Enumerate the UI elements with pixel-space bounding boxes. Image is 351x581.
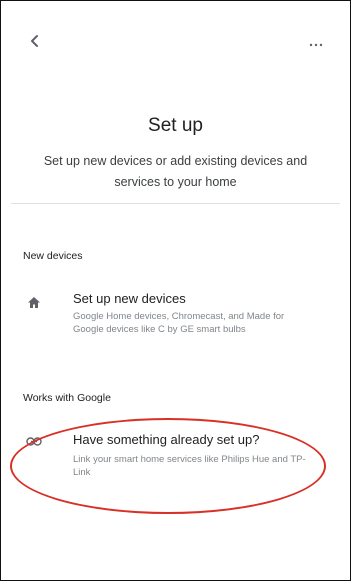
back-button[interactable] <box>23 31 47 55</box>
item-title: Have something already set up? <box>73 432 260 447</box>
page-subtitle: Set up new devices or add existing devic… <box>43 154 308 189</box>
item-description: Link your smart home services like Phili… <box>73 454 306 478</box>
home-icon <box>25 293 43 311</box>
more-horizontal-icon <box>309 34 323 52</box>
more-options-button[interactable] <box>304 31 328 55</box>
item-title: Set up new devices <box>73 291 186 306</box>
section-header-works-with-google: Works with Google <box>23 392 111 404</box>
page-title: Set up <box>148 115 203 136</box>
setup-new-devices-item[interactable]: Set up new devices Google Home devices, … <box>15 287 335 353</box>
link-existing-services-item[interactable]: Have something already set up? Link your… <box>15 429 335 491</box>
top-app-bar <box>1 25 350 61</box>
item-description: Google Home devices, Chromecast, and Mad… <box>73 311 285 335</box>
phone-screen: Set up Set up new devices or add existin… <box>0 0 351 581</box>
link-icon <box>25 432 43 450</box>
divider <box>11 203 340 204</box>
chevron-left-icon <box>28 34 42 53</box>
section-header-new-devices: New devices <box>23 250 83 262</box>
